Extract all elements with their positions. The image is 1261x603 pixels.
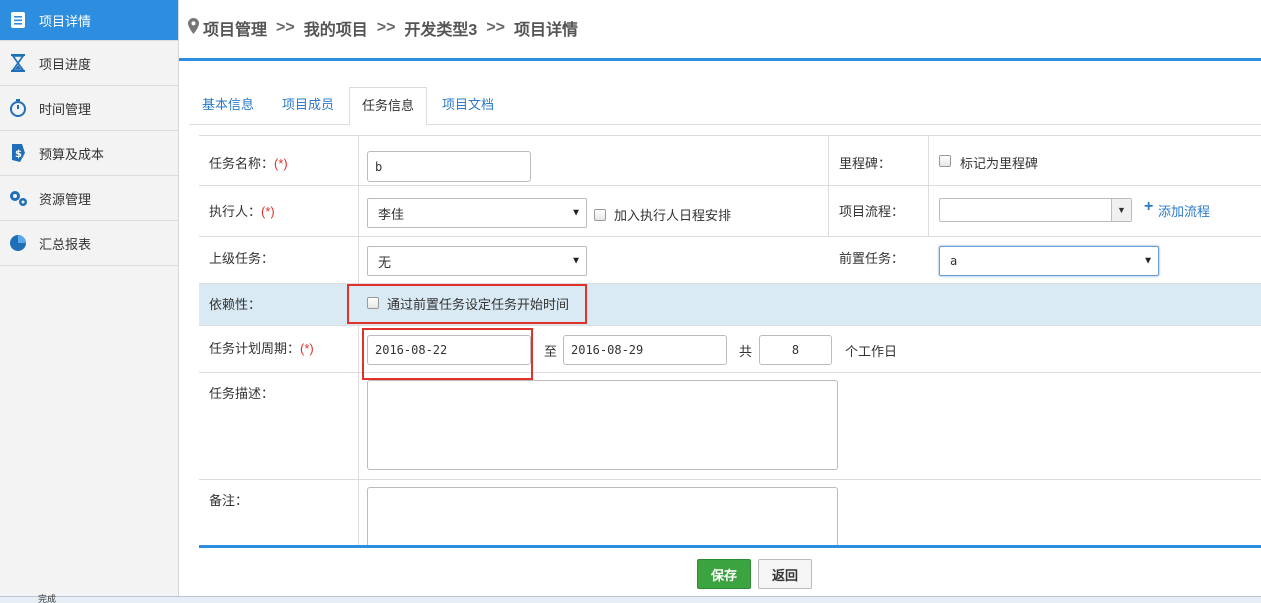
parent-task-select[interactable]: 无 ▼ bbox=[367, 246, 587, 276]
breadcrumb-item[interactable]: 我的项目 bbox=[304, 16, 368, 40]
task-form: 任务名称：(*) b 里程碑： 标记为里程碑 执行人：(*) 李佳 ▼ 加入执行… bbox=[199, 135, 1261, 545]
breadcrumb-item-current: 项目详情 bbox=[514, 22, 579, 39]
tab-task-info[interactable]: 任务信息 bbox=[349, 87, 428, 126]
task-name-label: 任务名称：(*) bbox=[209, 156, 288, 171]
breadcrumb-separator: >> bbox=[276, 19, 295, 36]
task-name-input[interactable]: b bbox=[367, 151, 531, 182]
document-list-icon bbox=[8, 10, 28, 30]
milestone-label: 里程碑： bbox=[839, 156, 892, 171]
header-divider bbox=[179, 58, 1261, 61]
tab-project-docs[interactable]: 项目文档 bbox=[442, 87, 494, 125]
dropdown-arrow-icon: ▼ bbox=[571, 255, 581, 267]
end-date-input[interactable]: 2016-08-29 bbox=[563, 335, 727, 365]
sidebar-item-label: 项目进度 bbox=[39, 56, 92, 72]
add-process-link[interactable]: 添加流程 bbox=[1158, 201, 1210, 220]
highlight-box bbox=[347, 284, 587, 324]
dependency-label: 依赖性： bbox=[209, 297, 262, 312]
hourglass-icon bbox=[8, 53, 28, 73]
remark-label: 备注： bbox=[209, 493, 249, 508]
map-pin-icon bbox=[188, 17, 199, 39]
dropdown-arrow-icon: ▼ bbox=[1143, 255, 1153, 267]
form-bottom-divider bbox=[199, 545, 1261, 548]
to-label: 至 bbox=[544, 344, 558, 359]
dropdown-arrow-icon: ▼ bbox=[571, 207, 581, 219]
sidebar-item-label: 预算及成本 bbox=[39, 146, 105, 162]
parent-task-select-value: 无 bbox=[378, 254, 392, 270]
days-input[interactable]: 8 bbox=[759, 335, 832, 365]
process-select[interactable]: ▼ bbox=[939, 198, 1132, 222]
sidebar-item-label: 汇总报表 bbox=[39, 236, 92, 252]
tab-basic-info[interactable]: 基本信息 bbox=[202, 87, 254, 125]
predecessor-select[interactable]: a ▼ bbox=[939, 246, 1159, 276]
form-row-highlighted: 依赖性： 通过前置任务设定任务开始时间 bbox=[199, 284, 1261, 326]
dollar-tag-icon: $ bbox=[8, 143, 28, 163]
add-schedule-checkbox[interactable] bbox=[594, 209, 606, 221]
stopwatch-icon bbox=[8, 98, 28, 118]
milestone-checkbox-label: 标记为里程碑 bbox=[960, 156, 1039, 171]
parent-task-label: 上级任务： bbox=[209, 251, 275, 266]
status-text: 完成 bbox=[38, 594, 57, 603]
sidebar-item-project-details[interactable]: 项目详情 bbox=[0, 0, 178, 41]
form-row: 任务名称：(*) b 里程碑： 标记为里程碑 bbox=[199, 136, 1261, 186]
breadcrumb: 项目管理 >> 我的项目 >> 开发类型3 >> 项目详情 bbox=[188, 16, 578, 40]
predecessor-select-value: a bbox=[950, 254, 958, 268]
form-row: 任务计划周期：(*) 2016-08-22 至 2016-08-29 共 8 个… bbox=[199, 326, 1261, 380]
form-row: 执行人：(*) 李佳 ▼ 加入执行人日程安排 项目流程： ▼ + 添加流程 bbox=[199, 186, 1261, 237]
description-textarea[interactable] bbox=[367, 380, 838, 470]
form-row: 备注： bbox=[199, 480, 1261, 545]
milestone-checkbox[interactable] bbox=[939, 155, 951, 167]
add-schedule-label: 加入执行人日程安排 bbox=[614, 208, 732, 223]
remark-textarea[interactable] bbox=[367, 487, 838, 545]
sidebar-item-label: 时间管理 bbox=[39, 101, 92, 117]
pie-chart-icon bbox=[8, 233, 28, 253]
sidebar-item-label: 项目详情 bbox=[39, 13, 92, 29]
form-row: 上级任务： 无 ▼ 前置任务： a ▼ bbox=[199, 237, 1261, 284]
save-button[interactable]: 保存 bbox=[697, 559, 751, 589]
predecessor-label: 前置任务： bbox=[839, 251, 905, 266]
workday-unit-label: 个工作日 bbox=[845, 344, 898, 359]
sidebar-item-project-progress[interactable]: 项目进度 bbox=[0, 41, 178, 86]
tab-bar: 基本信息 项目成员 任务信息 项目文档 bbox=[189, 87, 1261, 126]
form-row: 任务描述： bbox=[199, 373, 1261, 480]
back-button[interactable]: 返回 bbox=[758, 559, 812, 589]
sidebar-item-summary-report[interactable]: 汇总报表 bbox=[0, 221, 178, 266]
executor-label: 执行人：(*) bbox=[209, 204, 275, 219]
status-bar: 完成 bbox=[0, 594, 1261, 603]
sidebar-item-budget-cost[interactable]: $ 预算及成本 bbox=[0, 131, 178, 176]
chevron-down-icon: ▼ bbox=[1111, 199, 1131, 221]
executor-select[interactable]: 李佳 ▼ bbox=[367, 198, 587, 228]
tab-project-members[interactable]: 项目成员 bbox=[282, 87, 334, 125]
sidebar: 项目详情 项目进度 时间管理 $ 预算及成本 资源管理 汇总报表 bbox=[0, 0, 179, 603]
breadcrumb-separator: >> bbox=[376, 19, 396, 36]
total-label: 共 bbox=[739, 344, 753, 359]
gears-icon bbox=[8, 188, 28, 208]
sidebar-item-label: 资源管理 bbox=[39, 191, 92, 207]
period-label: 任务计划周期：(*) bbox=[209, 341, 314, 356]
breadcrumb-item[interactable]: 项目管理 bbox=[203, 16, 267, 40]
sidebar-item-resource-management[interactable]: 资源管理 bbox=[0, 176, 178, 221]
process-label: 项目流程： bbox=[839, 204, 905, 219]
breadcrumb-separator: >> bbox=[486, 19, 505, 36]
executor-select-value: 李佳 bbox=[378, 206, 405, 222]
sidebar-item-time-management[interactable]: 时间管理 bbox=[0, 86, 178, 131]
breadcrumb-item[interactable]: 开发类型3 bbox=[404, 16, 477, 40]
svg-text:$: $ bbox=[15, 149, 22, 160]
plus-icon: + bbox=[1144, 198, 1154, 215]
description-label: 任务描述： bbox=[209, 386, 275, 401]
